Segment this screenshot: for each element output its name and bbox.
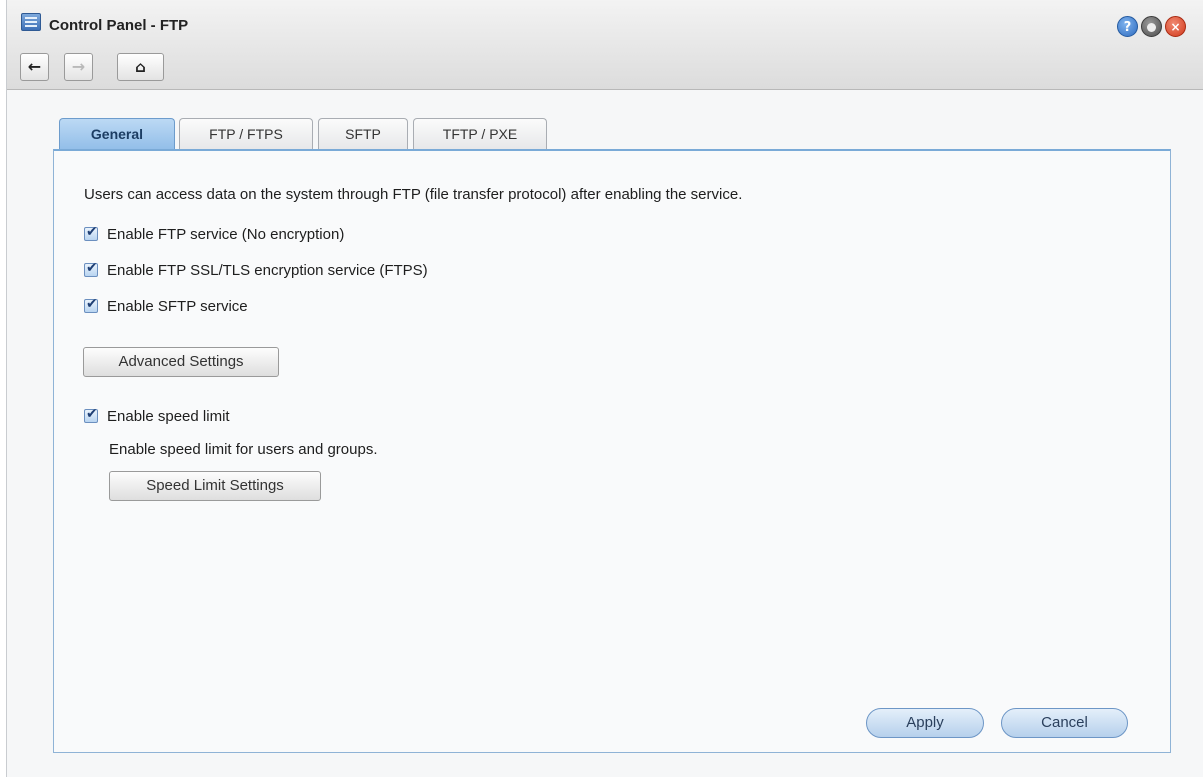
control-panel-icon [21, 13, 41, 31]
enable-ftp-option[interactable]: Enable FTP service (No encryption) [84, 224, 344, 244]
enable-ftp-label: Enable FTP service (No encryption) [107, 225, 345, 243]
enable-speed-limit-option[interactable]: Enable speed limit [84, 406, 230, 426]
speed-limit-settings-button[interactable]: Speed Limit Settings [109, 471, 321, 501]
tab-sftp[interactable]: SFTP [318, 118, 408, 150]
tab-tftp-pxe[interactable]: TFTP / PXE [413, 118, 547, 150]
apply-button[interactable]: Apply [866, 708, 984, 738]
enable-ftps-label: Enable FTP SSL/TLS encryption service (F… [107, 261, 428, 279]
minimize-icon[interactable] [1141, 16, 1162, 37]
enable-ftps-checkbox[interactable] [84, 260, 98, 277]
title-bar: Control Panel - FTP ? × ← → ⌂ [7, 0, 1203, 90]
forward-arrow-icon[interactable]: → [64, 53, 93, 81]
enable-speed-limit-label: Enable speed limit [107, 407, 230, 425]
service-description: Users can access data on the system thro… [84, 186, 743, 203]
back-arrow-icon[interactable]: ← [20, 53, 49, 81]
enable-ftps-option[interactable]: Enable FTP SSL/TLS encryption service (F… [84, 260, 428, 280]
window-title: Control Panel - FTP [49, 17, 189, 34]
home-icon[interactable]: ⌂ [117, 53, 164, 81]
enable-sftp-option[interactable]: Enable SFTP service [84, 296, 248, 316]
speed-limit-description: Enable speed limit for users and groups. [109, 441, 378, 458]
general-settings-panel: Users can access data on the system thro… [53, 149, 1171, 753]
help-icon[interactable]: ? [1117, 16, 1138, 37]
enable-speed-limit-checkbox[interactable] [84, 406, 98, 423]
advanced-settings-button[interactable]: Advanced Settings [83, 347, 279, 377]
enable-ftp-checkbox[interactable] [84, 224, 98, 241]
enable-sftp-checkbox[interactable] [84, 296, 98, 313]
tab-ftp-ftps[interactable]: FTP / FTPS [179, 118, 313, 150]
close-icon[interactable]: × [1165, 16, 1186, 37]
cancel-button[interactable]: Cancel [1001, 708, 1128, 738]
control-panel-window: Control Panel - FTP ? × ← → ⌂ General FT… [6, 0, 1203, 777]
enable-sftp-label: Enable SFTP service [107, 297, 248, 315]
tab-general[interactable]: General [59, 118, 175, 152]
